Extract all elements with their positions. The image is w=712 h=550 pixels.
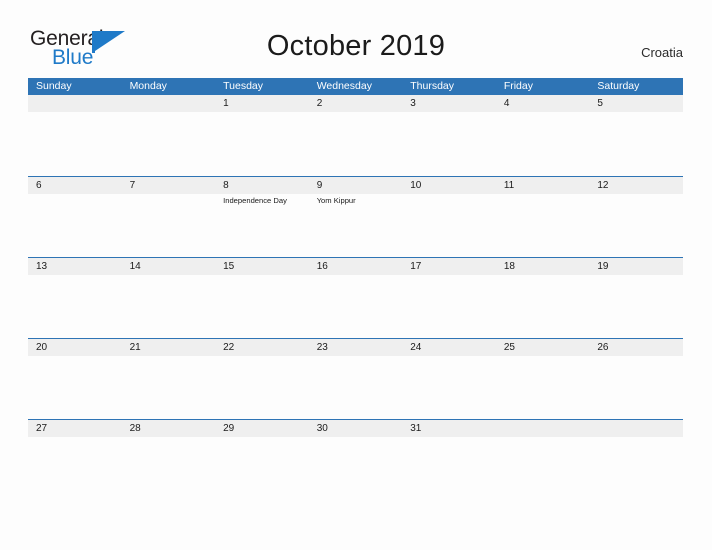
week-events-band — [28, 437, 683, 500]
week-events-band: Independence Day Yom Kippur — [28, 194, 683, 257]
day-number[interactable]: 14 — [122, 258, 216, 275]
country-label: Croatia — [641, 45, 683, 60]
day-event — [496, 437, 590, 500]
day-event — [122, 194, 216, 257]
day-event — [28, 275, 122, 338]
day-number[interactable] — [122, 95, 216, 112]
day-number[interactable]: 8 — [215, 177, 309, 194]
calendar-week-row: 20 21 22 23 24 25 26 — [28, 338, 683, 419]
day-number — [589, 420, 683, 437]
day-number[interactable]: 24 — [402, 339, 496, 356]
day-event — [589, 194, 683, 257]
weekday-header-sunday: Sunday — [36, 80, 72, 92]
day-number[interactable]: 12 — [589, 177, 683, 194]
week-dates-band: 27 28 29 30 31 — [28, 420, 683, 437]
day-event — [496, 275, 590, 338]
day-number[interactable]: 23 — [309, 339, 403, 356]
day-event: Independence Day — [223, 196, 287, 205]
week-dates-band: 13 14 15 16 17 18 19 — [28, 258, 683, 275]
day-event — [402, 356, 496, 419]
day-event — [122, 112, 216, 175]
day-number[interactable]: 2 — [309, 95, 403, 112]
weekday-header-thursday: Thursday — [410, 80, 455, 92]
day-event — [215, 356, 309, 419]
day-number — [496, 420, 590, 437]
weekday-header-tuesday: Tuesday — [223, 80, 264, 92]
day-number[interactable]: 20 — [28, 339, 122, 356]
day-event — [309, 275, 403, 338]
day-event — [28, 437, 122, 500]
calendar-week-row: 1 2 3 4 5 — [28, 95, 683, 176]
day-number[interactable]: 28 — [122, 420, 216, 437]
day-event — [122, 356, 216, 419]
day-event — [496, 112, 590, 175]
day-event — [28, 194, 122, 257]
day-number[interactable]: 21 — [122, 339, 216, 356]
weekday-header-wednesday: Wednesday — [316, 80, 372, 92]
day-event — [215, 437, 309, 500]
day-number[interactable]: 10 — [402, 177, 496, 194]
day-number[interactable]: 4 — [496, 95, 590, 112]
day-event — [589, 437, 683, 500]
day-event — [215, 275, 309, 338]
day-number[interactable]: 22 — [215, 339, 309, 356]
day-number[interactable] — [28, 95, 122, 112]
day-number[interactable]: 31 — [402, 420, 496, 437]
day-number[interactable]: 29 — [215, 420, 309, 437]
day-number[interactable]: 11 — [496, 177, 590, 194]
day-event — [309, 356, 403, 419]
day-number[interactable]: 13 — [28, 258, 122, 275]
day-event — [402, 437, 496, 500]
day-number[interactable]: 27 — [28, 420, 122, 437]
weekday-header-saturday: Saturday — [597, 80, 640, 92]
day-event — [496, 356, 590, 419]
day-number[interactable]: 25 — [496, 339, 590, 356]
week-dates-band: 6 7 8 9 10 11 12 — [28, 177, 683, 194]
day-number[interactable]: 7 — [122, 177, 216, 194]
calendar-grid: Sunday Monday Tuesday Wednesday Thursday… — [28, 78, 683, 500]
day-event — [402, 275, 496, 338]
day-number[interactable]: 1 — [215, 95, 309, 112]
day-event — [215, 112, 309, 175]
page-title: October 2019 — [266, 30, 446, 62]
calendar-week-row: 27 28 29 30 31 — [28, 419, 683, 500]
day-number[interactable]: 3 — [402, 95, 496, 112]
calendar-week-row: 13 14 15 16 17 18 19 — [28, 257, 683, 338]
calendar-page: General Blue October 2019 Croatia Sunday… — [0, 0, 712, 550]
day-event — [309, 437, 403, 500]
week-events-band — [28, 275, 683, 338]
day-number[interactable]: 6 — [28, 177, 122, 194]
day-event — [589, 275, 683, 338]
day-number[interactable]: 9 — [309, 177, 403, 194]
week-dates-band: 1 2 3 4 5 — [28, 95, 683, 112]
week-dates-band: 20 21 22 23 24 25 26 — [28, 339, 683, 356]
day-event — [28, 356, 122, 419]
day-event — [496, 194, 590, 257]
day-number[interactable]: 19 — [589, 258, 683, 275]
day-number[interactable]: 26 — [589, 339, 683, 356]
day-event — [589, 356, 683, 419]
week-events-band — [28, 112, 683, 175]
day-number[interactable]: 17 — [402, 258, 496, 275]
day-event — [402, 112, 496, 175]
day-number[interactable]: 16 — [309, 258, 403, 275]
day-event — [28, 112, 122, 175]
day-event — [309, 112, 403, 175]
day-event: Yom Kippur — [316, 196, 356, 205]
day-number[interactable]: 15 — [215, 258, 309, 275]
weekday-header-row: Sunday Monday Tuesday Wednesday Thursday… — [28, 78, 683, 95]
calendar-week-row: 6 7 8 9 10 11 12 Independence Day Yom Ki… — [28, 176, 683, 257]
day-event — [122, 275, 216, 338]
day-number[interactable]: 30 — [309, 420, 403, 437]
page-header: General Blue October 2019 Croatia — [0, 0, 712, 78]
week-events-band — [28, 356, 683, 419]
day-event — [589, 112, 683, 175]
weekday-header-friday: Friday — [503, 80, 533, 92]
weekday-header-monday: Monday — [129, 80, 167, 92]
day-number[interactable]: 18 — [496, 258, 590, 275]
day-event — [402, 194, 496, 257]
day-event — [122, 437, 216, 500]
day-number[interactable]: 5 — [589, 95, 683, 112]
